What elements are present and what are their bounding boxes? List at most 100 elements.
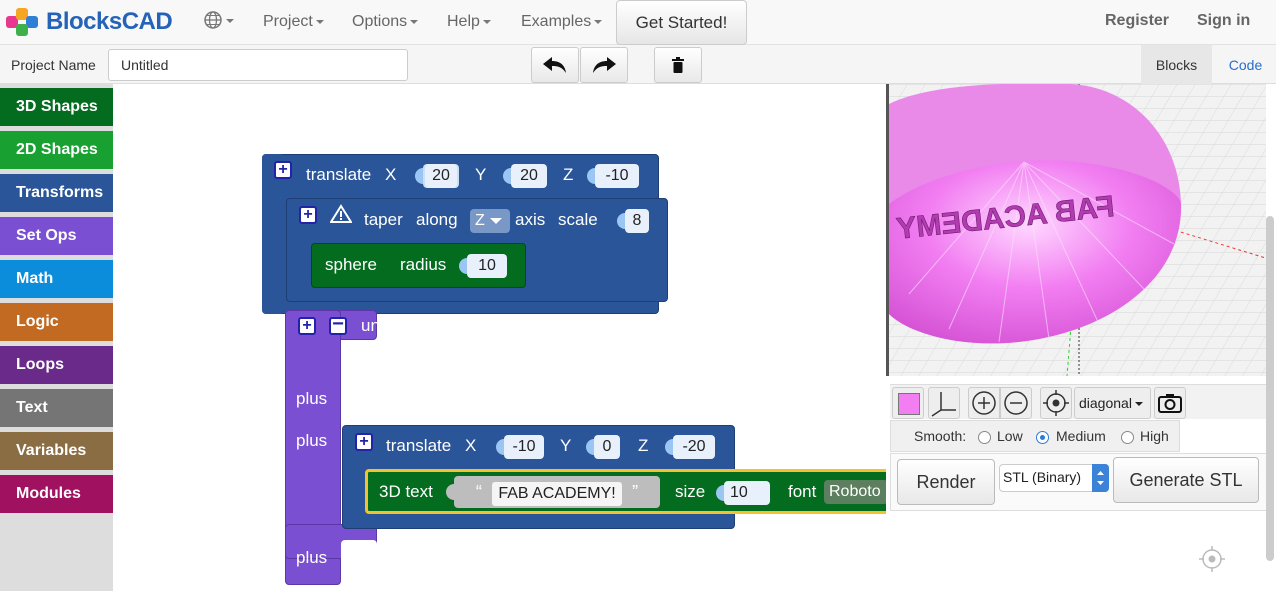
zoom-in-button[interactable] xyxy=(968,387,1000,419)
undo-icon xyxy=(543,57,566,73)
taper-scale-input[interactable]: 8 xyxy=(625,209,649,233)
warning-icon[interactable] xyxy=(330,204,352,224)
3d-viewport[interactable]: FAB ACADEMY xyxy=(886,84,1266,376)
menu-examples[interactable]: Examples xyxy=(521,13,603,31)
smooth-label: Smooth: xyxy=(914,428,967,444)
target-icon xyxy=(1043,390,1069,416)
category-variables[interactable]: Variables xyxy=(0,432,113,470)
translate-x-input[interactable]: 20 xyxy=(425,164,457,188)
smoothness-options: Smooth: Low Medium High xyxy=(890,420,1180,452)
zoom-out-button[interactable] xyxy=(1000,387,1032,419)
undo-button[interactable] xyxy=(531,47,579,83)
collapse-minus-icon[interactable]: − xyxy=(329,314,347,335)
trash-icon xyxy=(672,57,684,73)
category-3d-shapes[interactable]: 3D Shapes xyxy=(0,88,113,126)
chevron-down-icon xyxy=(410,19,419,24)
axes-icon xyxy=(931,392,956,417)
category-math[interactable]: Math xyxy=(0,260,113,298)
render-controls: Render STL (Binary) Generate STL xyxy=(890,453,1268,511)
redo-button[interactable] xyxy=(580,47,628,83)
smooth-high-radio[interactable] xyxy=(1121,431,1134,444)
text3d-label: 3D text xyxy=(379,482,433,501)
chevron-down-icon xyxy=(482,19,491,24)
expand-plus-icon[interactable]: + xyxy=(274,161,292,179)
category-set-ops[interactable]: Set Ops xyxy=(0,217,113,255)
radius-label: radius xyxy=(400,255,447,274)
category-2d-shapes[interactable]: 2D Shapes xyxy=(0,131,113,169)
chevron-down-icon xyxy=(594,19,603,24)
delete-button[interactable] xyxy=(654,47,702,83)
generate-stl-button[interactable]: Generate STL xyxy=(1113,457,1259,503)
view-toolbar: diagonal xyxy=(890,384,1268,419)
smooth-low-label: Low xyxy=(997,428,1023,444)
reset-view-button[interactable] xyxy=(1040,387,1072,419)
x-label: X xyxy=(385,165,397,184)
scale-label: scale xyxy=(558,210,598,229)
color-picker-button[interactable] xyxy=(892,387,924,419)
logo-blocks-icon xyxy=(4,6,44,38)
blockscad-logo[interactable]: BlocksCAD xyxy=(4,6,173,38)
plus-label: plus xyxy=(296,548,328,567)
font-label: font xyxy=(788,482,817,501)
zoom-out-icon xyxy=(1004,391,1028,415)
category-toolbox: 3D Shapes 2D Shapes Transforms Set Ops Math L… xyxy=(0,84,113,591)
project-name-input[interactable]: Untitled xyxy=(108,49,408,81)
menu-options[interactable]: Options xyxy=(352,13,419,31)
translate2-x-input[interactable]: -10 xyxy=(504,435,544,459)
render-button[interactable]: Render xyxy=(897,459,995,505)
translate2-y-input[interactable]: 0 xyxy=(594,435,620,459)
along-label: along xyxy=(416,210,458,229)
category-text[interactable]: Text xyxy=(0,389,113,427)
language-globe-button[interactable] xyxy=(203,10,234,35)
text-string-input[interactable]: FAB ACADEMY! xyxy=(492,482,622,506)
text-string-block[interactable]: “ FAB ACADEMY! ” xyxy=(454,476,660,508)
category-transforms[interactable]: Transforms xyxy=(0,174,113,212)
get-started-button[interactable]: Get Started! xyxy=(616,0,747,45)
chevron-down-icon xyxy=(489,217,502,224)
expand-plus-icon[interactable]: + xyxy=(298,317,316,335)
redo-icon xyxy=(593,57,616,73)
text-size-input[interactable]: 10 xyxy=(724,481,770,505)
axis-label: axis xyxy=(515,210,546,229)
plus-label: plus xyxy=(296,389,328,408)
top-navbar: BlocksCAD Project Options Help Examples … xyxy=(0,0,1276,45)
tab-blocks[interactable]: Blocks xyxy=(1141,45,1212,84)
sign-in-link[interactable]: Sign in xyxy=(1197,12,1250,30)
category-loops[interactable]: Loops xyxy=(0,346,113,384)
color-swatch xyxy=(898,393,920,415)
chevron-down-icon xyxy=(226,18,234,23)
translate2-z-input[interactable]: -20 xyxy=(673,435,715,459)
chevron-down-icon xyxy=(1134,402,1143,407)
expand-plus-icon[interactable]: + xyxy=(299,206,317,224)
globe-icon xyxy=(204,11,222,29)
tab-code[interactable]: Code xyxy=(1215,45,1276,84)
sphere-radius-input[interactable]: 10 xyxy=(467,254,507,278)
expand-plus-icon[interactable]: + xyxy=(355,433,373,451)
smooth-high-label: High xyxy=(1140,428,1169,444)
screenshot-button[interactable] xyxy=(1154,387,1186,419)
font-dropdown[interactable]: Roboto xyxy=(824,480,886,504)
export-format-select[interactable]: STL (Binary) xyxy=(999,464,1109,492)
axes-toggle-button[interactable] xyxy=(928,387,960,419)
y-label: Y xyxy=(560,436,572,455)
taper-label: taper xyxy=(364,210,403,229)
register-link[interactable]: Register xyxy=(1105,12,1169,30)
target-icon[interactable] xyxy=(1197,544,1227,574)
translate-z-input[interactable]: -10 xyxy=(595,164,639,188)
render-panel: FAB ACADEMY diagonal Smooth: Low Medium … xyxy=(886,84,1276,591)
smooth-medium-radio[interactable] xyxy=(1036,431,1049,444)
blocks-workspace[interactable]: + translate X 20 Y 20 Z -10 + taper alon… xyxy=(113,84,886,591)
menu-project[interactable]: Project xyxy=(263,13,324,31)
project-name-label: Project Name xyxy=(11,57,96,73)
translate-y-input[interactable]: 20 xyxy=(511,164,547,188)
smooth-low-radio[interactable] xyxy=(978,431,991,444)
union-label: union xyxy=(361,316,403,335)
axis-dropdown[interactable]: Z xyxy=(470,209,510,233)
select-arrows-icon xyxy=(1092,464,1109,492)
z-label: Z xyxy=(638,436,649,455)
workspace-scrollbar[interactable] xyxy=(1266,216,1274,561)
view-angle-dropdown[interactable]: diagonal xyxy=(1074,387,1151,419)
menu-help[interactable]: Help xyxy=(447,13,491,31)
category-modules[interactable]: Modules xyxy=(0,475,113,513)
category-logic[interactable]: Logic xyxy=(0,303,113,341)
